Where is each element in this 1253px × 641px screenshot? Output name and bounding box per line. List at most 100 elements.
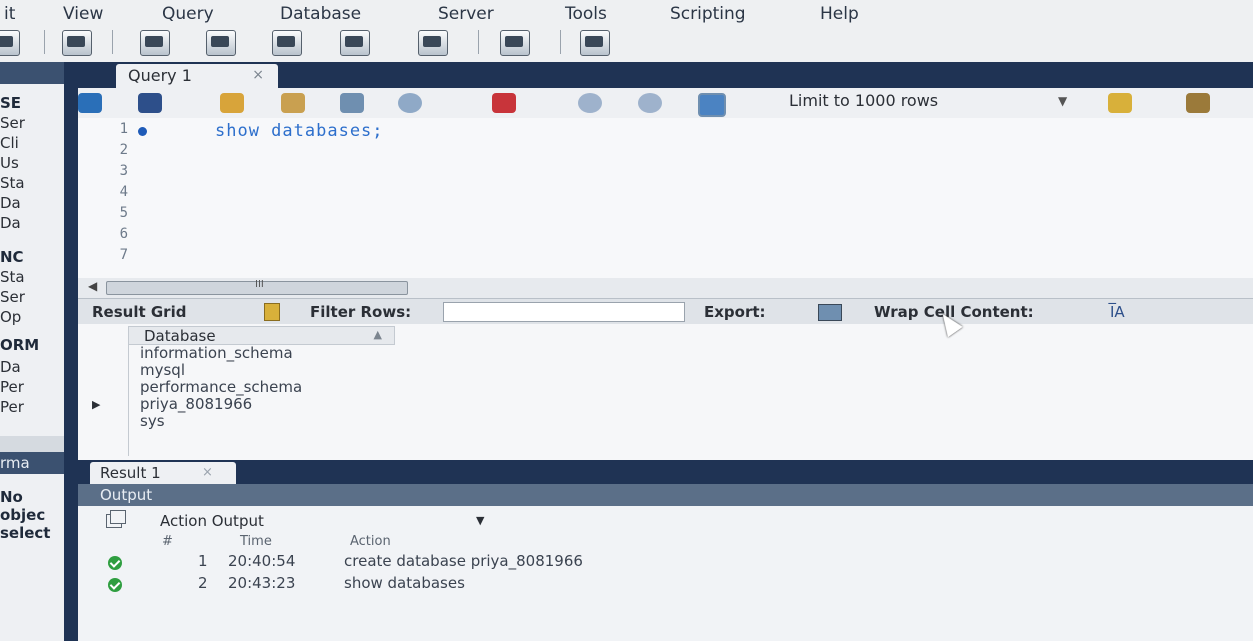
limit-rows-select[interactable]: Limit to 1000 rows bbox=[789, 91, 938, 110]
commit-icon[interactable] bbox=[578, 93, 602, 113]
explain-icon[interactable] bbox=[340, 93, 364, 113]
execute-current-icon[interactable] bbox=[281, 93, 305, 113]
table-row[interactable]: mysql bbox=[140, 361, 185, 379]
output-row-number: 1 bbox=[198, 552, 208, 570]
result-toolbar: Result Grid Filter Rows: Export: Wrap Ce… bbox=[78, 298, 1253, 326]
information-panel-title: rma bbox=[0, 454, 30, 472]
new-connection-icon[interactable] bbox=[0, 30, 20, 56]
table-row[interactable]: priya_8081966 bbox=[140, 395, 252, 413]
autocommit-icon[interactable] bbox=[698, 93, 726, 117]
editor-horizontal-scrollbar[interactable]: ◀ III bbox=[78, 278, 1253, 298]
editor-toolbar: Limit to 1000 rows ▼ bbox=[78, 88, 1253, 119]
sidebar-item-performance-reports[interactable]: Per bbox=[0, 378, 24, 396]
sidebar-item-startup[interactable]: Sta bbox=[0, 268, 25, 286]
line-number: 7 bbox=[119, 247, 128, 263]
success-check-icon bbox=[108, 578, 122, 592]
close-icon[interactable]: × bbox=[202, 465, 213, 480]
panel-divider[interactable] bbox=[64, 62, 78, 641]
menu-tools[interactable]: Tools bbox=[565, 4, 607, 24]
table-row[interactable]: performance_schema bbox=[140, 378, 302, 396]
new-function-icon[interactable] bbox=[418, 30, 448, 56]
sidebar-item-server-status[interactable]: Ser bbox=[0, 114, 25, 132]
new-table-icon[interactable] bbox=[206, 30, 236, 56]
filter-rows-label: Filter Rows: bbox=[310, 303, 412, 321]
sort-icon[interactable]: ▲ bbox=[374, 328, 382, 341]
current-row-arrow-icon: ▶ bbox=[92, 398, 101, 411]
menu-edit[interactable]: it bbox=[4, 4, 15, 24]
reconnect-icon[interactable] bbox=[580, 30, 610, 56]
line-number: 2 bbox=[119, 142, 128, 158]
sidebar-item-data-import[interactable]: Da bbox=[0, 214, 21, 232]
search-table-icon[interactable] bbox=[500, 30, 530, 56]
chevron-down-icon[interactable]: ▼ bbox=[476, 514, 484, 527]
scrollbar-grip: III bbox=[255, 279, 264, 290]
open-file-icon[interactable] bbox=[78, 93, 102, 113]
no-object-text-2: objec bbox=[0, 506, 46, 524]
output-row-number: 2 bbox=[198, 574, 208, 592]
sidebar-section-performance: ORM bbox=[0, 336, 40, 354]
sql-statement[interactable]: show databases; bbox=[215, 121, 384, 141]
scroll-left-icon[interactable]: ◀ bbox=[88, 279, 97, 293]
sql-editor[interactable]: 1 2 3 4 5 6 7 show databases; bbox=[78, 118, 1253, 278]
sidebar-item-performance-schema-setup[interactable]: Per bbox=[0, 398, 24, 416]
filter-rows-input[interactable] bbox=[443, 302, 685, 322]
new-view-icon[interactable] bbox=[272, 30, 302, 56]
close-icon[interactable]: × bbox=[252, 67, 264, 83]
menu-database[interactable]: Database bbox=[280, 4, 361, 24]
statement-marker-icon bbox=[138, 127, 147, 136]
open-sql-icon[interactable] bbox=[62, 30, 92, 56]
save-icon[interactable] bbox=[138, 93, 162, 113]
grid-view-icon[interactable] bbox=[264, 303, 280, 321]
output-type-select[interactable]: Action Output bbox=[160, 512, 264, 530]
tab-query-1[interactable]: Query 1 × bbox=[116, 64, 278, 88]
export-icon[interactable] bbox=[818, 304, 842, 321]
new-schema-icon[interactable] bbox=[140, 30, 170, 56]
scrollbar-thumb[interactable]: III bbox=[106, 279, 408, 295]
sidebar-section-management: SE bbox=[0, 94, 22, 112]
menu-help[interactable]: Help bbox=[820, 4, 859, 24]
output-column-action: Action bbox=[350, 534, 391, 549]
sidebar-item-server-logs[interactable]: Ser bbox=[0, 288, 25, 306]
line-number: 5 bbox=[119, 205, 128, 221]
toolbar-separator bbox=[478, 30, 479, 54]
sidebar-tab-switcher[interactable] bbox=[0, 436, 66, 452]
menu-bar: it View Query Database Server Tools Scri… bbox=[0, 0, 1253, 24]
result-grid-tab[interactable]: Result Grid bbox=[92, 303, 186, 321]
menu-query[interactable]: Query bbox=[162, 4, 214, 24]
execute-icon[interactable] bbox=[220, 93, 244, 113]
output-row-action[interactable]: create database priya_8081966 bbox=[344, 552, 583, 570]
line-number: 3 bbox=[119, 163, 128, 179]
line-number: 6 bbox=[119, 226, 128, 242]
toolbar-separator bbox=[112, 30, 113, 54]
output-column-time: Time bbox=[240, 534, 272, 549]
new-procedure-icon[interactable] bbox=[340, 30, 370, 56]
table-row[interactable]: sys bbox=[140, 412, 165, 430]
beautify-icon[interactable] bbox=[1108, 93, 1132, 113]
sidebar-item-client-connections[interactable]: Cli bbox=[0, 134, 19, 152]
sidebar-item-data-export[interactable]: Da bbox=[0, 194, 21, 212]
toggle-error-icon[interactable] bbox=[492, 93, 516, 113]
sidebar-item-users[interactable]: Us bbox=[0, 154, 19, 172]
rollback-icon[interactable] bbox=[638, 93, 662, 113]
chevron-down-icon[interactable]: ▼ bbox=[1058, 94, 1067, 108]
stop-icon[interactable] bbox=[398, 93, 422, 113]
menu-scripting[interactable]: Scripting bbox=[670, 4, 746, 24]
output-column-number: # bbox=[162, 534, 173, 549]
wrap-cell-icon[interactable]: I̅A bbox=[1110, 303, 1125, 321]
export-label: Export: bbox=[704, 303, 766, 321]
sidebar-item-dashboard[interactable]: Da bbox=[0, 358, 21, 376]
output-row-action[interactable]: show databases bbox=[344, 574, 465, 592]
tab-result-1-label: Result 1 bbox=[100, 464, 161, 482]
menu-view[interactable]: View bbox=[63, 4, 103, 24]
find-icon[interactable] bbox=[1186, 93, 1210, 113]
tab-result-1[interactable]: Result 1 × bbox=[90, 462, 236, 484]
sidebar-item-status-variables[interactable]: Sta bbox=[0, 174, 25, 192]
table-row[interactable]: information_schema bbox=[140, 344, 293, 362]
menu-server[interactable]: Server bbox=[438, 4, 494, 24]
result-tab-strip: Result 1 × bbox=[78, 460, 1253, 484]
copy-icon[interactable] bbox=[106, 510, 126, 528]
result-grid: Database ▲ ▶ information_schema mysql pe… bbox=[78, 324, 1253, 460]
toolbar-separator bbox=[44, 30, 45, 54]
column-header-database[interactable]: Database ▲ bbox=[128, 326, 395, 345]
sidebar-item-options-file[interactable]: Op bbox=[0, 308, 21, 326]
